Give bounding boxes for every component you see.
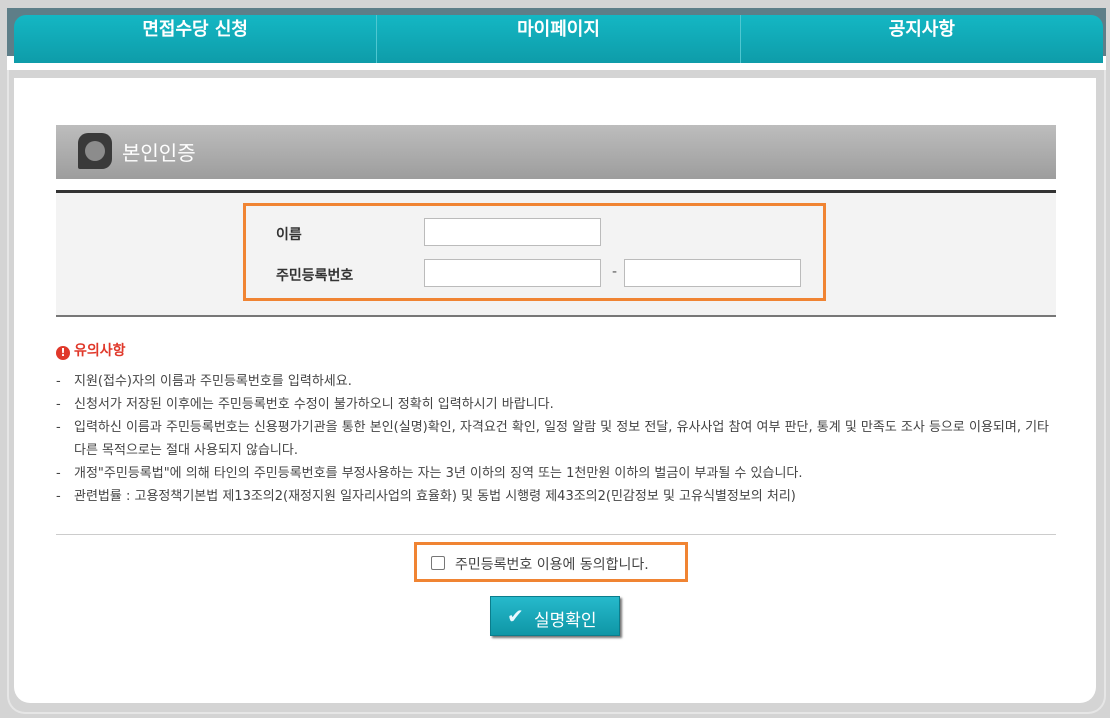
confirm-button[interactable]: ✔ 실명확인 <box>490 596 620 636</box>
section-header: 본인인증 <box>56 125 1056 179</box>
rrn-front-input[interactable] <box>424 259 601 287</box>
speech-bubble-icon <box>78 133 112 169</box>
name-input[interactable] <box>424 218 601 246</box>
confirm-button-label: 실명확인 <box>534 611 597 631</box>
rrn-back-input[interactable] <box>624 259 801 287</box>
nav-item-apply[interactable]: 면접수당 신청 <box>14 15 378 63</box>
identity-form: 이름 주민등록번호 - <box>56 190 1056 317</box>
divider <box>56 534 1056 535</box>
rrn-separator: - <box>612 264 618 280</box>
top-nav: 면접수당 신청 마이페이지 공지사항 <box>14 15 1103 63</box>
rrn-label: 주민등록번호 <box>276 268 354 284</box>
agreement-frame: 주민등록번호 이용에 동의합니다. <box>414 542 688 582</box>
name-label: 이름 <box>276 227 302 243</box>
agree-label[interactable]: 주민등록번호 이용에 동의합니다. <box>455 554 649 574</box>
section-title: 본인인증 <box>122 141 196 165</box>
notice-item: 개정"주민등록법"에 의해 타인의 주민등록번호를 부정사용하는 자는 3년 이… <box>56 462 1056 485</box>
notice-list: 지원(접수)자의 이름과 주민등록번호를 입력하세요. 신청서가 저장된 이후에… <box>56 370 1056 508</box>
check-icon: ✔ <box>507 604 524 628</box>
agree-checkbox[interactable] <box>431 556 445 570</box>
notice-item: 지원(접수)자의 이름과 주민등록번호를 입력하세요. <box>56 370 1056 393</box>
warning-icon: ! <box>56 346 70 360</box>
main-panel: 본인인증 이름 주민등록번호 - ! 유의사항 지원(접수)자의 이름과 주민등록… <box>14 78 1096 703</box>
notice-item: 입력하신 이름과 주민등록번호는 신용평가기관을 통한 본인(실명)확인, 자격… <box>56 416 1056 462</box>
nav-item-mypage[interactable]: 마이페이지 <box>377 15 741 63</box>
notice-item: 신청서가 저장된 이후에는 주민등록번호 수정이 불가하오니 정확히 입력하시기… <box>56 393 1056 416</box>
top-nav-wrapper: 면접수당 신청 마이페이지 공지사항 <box>7 8 1106 70</box>
notice-title: ! 유의사항 <box>56 340 126 360</box>
notice-title-text: 유의사항 <box>74 343 126 359</box>
nav-item-notice[interactable]: 공지사항 <box>741 15 1103 63</box>
form-highlight-frame: 이름 주민등록번호 - <box>243 203 826 301</box>
notice-item: 관련법률 : 고용정책기본법 제13조의2(재정지원 일자리사업의 효율화) 및… <box>56 485 1056 508</box>
